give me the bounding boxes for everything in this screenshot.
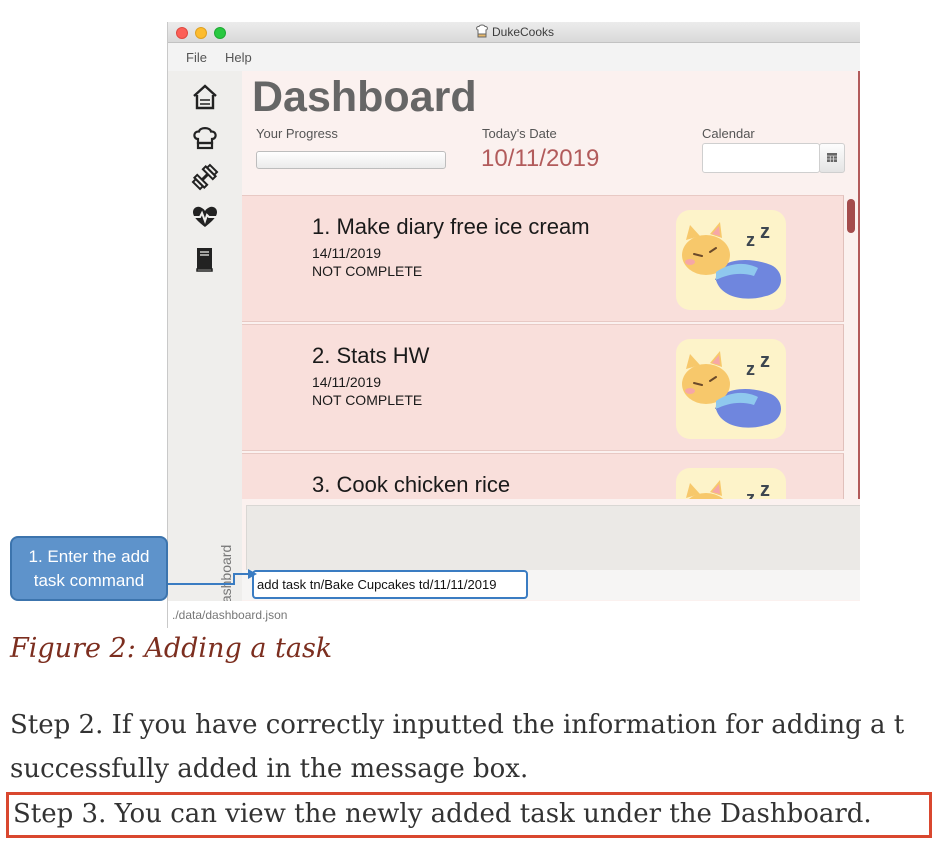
menu-help[interactable]: Help xyxy=(225,50,252,65)
task-title: 2. Stats HW xyxy=(312,343,430,368)
svg-text:z: z xyxy=(760,350,770,372)
progress-bar xyxy=(256,151,446,169)
app-window: DukeCooks File Help Dashboard Dashboard … xyxy=(167,22,860,628)
heartbeat-icon[interactable] xyxy=(191,203,219,231)
message-box xyxy=(246,505,860,570)
home-icon[interactable] xyxy=(191,83,219,111)
svg-text:z: z xyxy=(760,479,770,499)
calendar-input[interactable] xyxy=(702,143,820,173)
chef-hat-icon[interactable] xyxy=(191,123,219,151)
callout-arrow xyxy=(168,569,257,585)
title-bar: DukeCooks xyxy=(168,22,860,43)
window-title: DukeCooks xyxy=(491,25,555,39)
date-label: Today's Date xyxy=(482,126,557,141)
dashboard-panel: Dashboard Your Progress Today's Date Cal… xyxy=(242,71,860,628)
step-3-text: Step 3. You can view the newly added tas… xyxy=(13,799,872,829)
save-path-text: ./data/dashboard.json xyxy=(172,608,288,622)
task-list-scrollbar[interactable] xyxy=(847,199,855,233)
sleeping-cat-icon: z z xyxy=(676,210,786,310)
svg-text:z: z xyxy=(746,488,755,499)
svg-text:z: z xyxy=(746,230,755,250)
task-title: 3. Cook chicken rice xyxy=(312,472,511,497)
svg-text:z: z xyxy=(760,221,770,243)
task-status: NOT COMPLETE xyxy=(312,263,423,279)
progress-label: Your Progress xyxy=(256,126,338,141)
calendar-picker-button[interactable] xyxy=(819,143,845,173)
task-card[interactable]: 3. Cook chicken rice z z xyxy=(242,453,844,499)
menu-file[interactable]: File xyxy=(186,50,207,65)
task-date: 14/11/2019 xyxy=(312,374,382,390)
task-title: 1. Make diary free ice cream xyxy=(312,214,590,239)
command-area: add task tn/Bake Cupcakes td/11/11/2019 xyxy=(242,570,860,600)
book-icon[interactable] xyxy=(191,245,219,273)
svg-text:z: z xyxy=(746,359,755,379)
sidebar: Dashboard xyxy=(168,71,242,628)
callout-line-1: 1. Enter the add xyxy=(28,547,150,566)
task-date: 14/11/2019 xyxy=(312,245,382,261)
menu-bar: File Help xyxy=(168,43,860,71)
figure-caption: Figure 2: Adding a task xyxy=(10,633,333,664)
sleeping-cat-icon: z z xyxy=(676,339,786,439)
status-bar: ./data/dashboard.json xyxy=(168,601,860,628)
sleeping-cat-icon: z z xyxy=(676,468,786,499)
command-input[interactable]: add task tn/Bake Cupcakes td/11/11/2019 xyxy=(252,570,528,599)
callout-line-2: task command xyxy=(33,571,145,590)
callout-annotation: 1. Enter the add task command xyxy=(10,536,168,601)
step-2-text-continued: successfully added in the message box. xyxy=(10,754,529,784)
step-2-text: Step 2. If you have correctly inputted t… xyxy=(10,710,905,740)
calendar-label: Calendar xyxy=(702,126,755,141)
task-status: NOT COMPLETE xyxy=(312,392,423,408)
calendar-icon xyxy=(827,153,837,162)
panel-border xyxy=(858,71,860,499)
dumbbell-icon[interactable] xyxy=(191,163,219,191)
page-title: Dashboard xyxy=(252,73,477,121)
todays-date: 10/11/2019 xyxy=(481,145,600,172)
highlight-box: Step 3. You can view the newly added tas… xyxy=(6,792,932,838)
task-card[interactable]: 1. Make diary free ice cream 14/11/2019 … xyxy=(242,195,844,322)
chef-app-icon xyxy=(476,24,488,38)
task-list[interactable]: 1. Make diary free ice cream 14/11/2019 … xyxy=(242,195,854,499)
task-card[interactable]: 2. Stats HW 14/11/2019 NOT COMPLETE z z xyxy=(242,324,844,451)
